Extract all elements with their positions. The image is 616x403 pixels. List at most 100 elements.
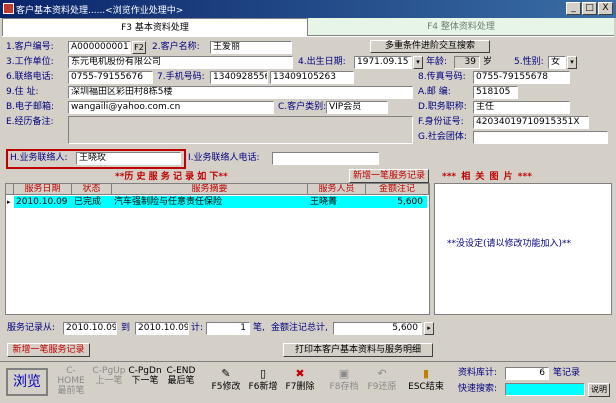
notes-label: E.经历备注: <box>6 117 54 127</box>
age-field: 39 <box>454 56 480 69</box>
id-no-label: F.身份证号: <box>418 117 464 127</box>
tab-overall-info[interactable]: F4 整体资料处理 <box>308 18 614 36</box>
gender-dropdown-button[interactable]: ▾ <box>567 56 577 69</box>
mobile-field-2[interactable]: 13409105263 <box>270 71 354 84</box>
next-record-key: C-PgDn <box>128 366 162 376</box>
count-label: 计: <box>191 323 204 333</box>
edit-button[interactable]: ✎ F5修改 <box>208 366 244 400</box>
quick-search-input[interactable] <box>505 383 585 396</box>
first-record-button[interactable]: C-HOME 最前笔 <box>54 366 88 400</box>
pictures-empty-text: **没设定(请以修改功能加入)** <box>447 239 572 249</box>
edit-icon: ✎ <box>221 367 231 380</box>
birth-field[interactable]: 1971.09.15 <box>354 56 412 69</box>
cust-name-field[interactable]: 王爱丽 <box>210 41 292 54</box>
birth-picker-button[interactable]: ▾ <box>413 56 423 69</box>
column-header[interactable]: 服务日期 <box>14 184 72 195</box>
bottom-toolbar: 浏览 C-HOME 最前笔 C-PgUp 上一笔 C-PgDn 下一笔 C-EN… <box>0 361 616 403</box>
birth-label: 4.出生日期: <box>298 57 346 67</box>
company-label: 3.工作单位: <box>6 57 54 67</box>
fax-label: 8.传真号码: <box>418 72 466 82</box>
zip-label: A.邮 编: <box>418 87 451 97</box>
last-record-button[interactable]: C-END 最后笔 <box>164 366 198 400</box>
restore-button[interactable]: ↶ F9还原 <box>364 366 400 400</box>
exit-label: ESC结束 <box>408 382 444 392</box>
prev-record-button[interactable]: C-PgUp 上一笔 <box>92 366 126 400</box>
add-button[interactable]: ▯ F6新增 <box>245 366 281 400</box>
company-field[interactable]: 东元电机股份有限公司 <box>68 56 293 69</box>
id-no-field[interactable]: 42034019710915351X <box>473 116 589 129</box>
multi-search-button[interactable]: 多重条件进阶交互搜索 <box>370 40 490 53</box>
cust-name-label: 2.客户名称: <box>152 42 200 52</box>
save-icon: ▣ <box>338 367 350 380</box>
cust-no-field[interactable]: A000000001 <box>68 41 131 54</box>
address-field[interactable]: 深圳福田区彩田村8栋5楼 <box>68 86 413 99</box>
phone-label: 6.联络电话: <box>6 72 54 82</box>
cust-no-label: 1.客户编号: <box>6 42 54 52</box>
column-header[interactable]: 金额注记 <box>366 184 429 195</box>
cell-amount[interactable]: 5,600 <box>366 196 427 208</box>
add-label: F6新增 <box>248 382 278 392</box>
first-record-key: C-HOME <box>57 366 85 386</box>
column-header[interactable]: 状态 <box>72 184 112 195</box>
last-record-label: 最后笔 <box>167 376 195 386</box>
first-record-label: 最前笔 <box>57 386 85 396</box>
notes-field[interactable] <box>68 116 413 144</box>
db-count-field: 6 <box>505 367 549 380</box>
mobile-field[interactable]: 13409285569 <box>210 71 268 84</box>
email-field[interactable]: wangaili@yahoo.com.cn <box>68 101 274 114</box>
db-count-label: 资料库计: <box>458 368 498 378</box>
amount-total-label: 金额注记总计, <box>271 323 328 333</box>
add-service-record-top-button[interactable]: 新增一笔服务记录 <box>349 169 429 183</box>
cust-type-label: C.客户类别: <box>278 102 327 112</box>
email-label: B.电子邮箱: <box>6 102 55 112</box>
group-label: G.社会团体: <box>418 132 467 142</box>
exit-button[interactable]: ▮ ESC结束 <box>406 366 446 400</box>
undo-icon: ↶ <box>377 367 387 380</box>
cell-summary[interactable]: 汽车强制险与任意责任保险 <box>112 196 308 208</box>
contact-phone-field[interactable] <box>272 152 379 165</box>
contact-label: H.业务联络人: <box>10 153 68 163</box>
save-button[interactable]: ▣ F8存档 <box>326 366 362 400</box>
column-header[interactable]: 服务摘要 <box>112 184 308 195</box>
cell-staff[interactable]: 王晓菁 <box>308 196 366 208</box>
range-from-field: 2010.10.09 <box>63 322 117 335</box>
phone-field[interactable]: 0755-79155676 <box>68 71 153 84</box>
summary-scroll-button[interactable]: ▸ <box>424 322 434 335</box>
fax-field[interactable]: 0755-79155678 <box>473 71 570 84</box>
minimize-button[interactable]: _ <box>566 2 581 15</box>
group-field[interactable] <box>473 131 608 144</box>
cust-type-field[interactable]: VIP会员 <box>326 101 388 114</box>
gender-field[interactable]: 女 <box>548 56 566 69</box>
last-record-key: C-END <box>166 366 196 376</box>
range-to-field: 2010.10.09 <box>135 322 189 335</box>
column-header[interactable]: 服务人员 <box>308 184 366 195</box>
age-label: 年龄: <box>426 57 448 67</box>
add-service-record-button[interactable]: 新增一笔服务记录 <box>7 343 90 357</box>
next-record-button[interactable]: C-PgDn 下一笔 <box>128 366 162 400</box>
job-label: D.职务职称: <box>418 102 467 112</box>
form-panel: 1.客户编号: A000000001 F2 2.客户名称: 王爱丽 多重条件进阶… <box>2 36 614 145</box>
job-field[interactable]: 主任 <box>473 101 570 114</box>
help-button[interactable]: 说明 <box>588 383 610 397</box>
close-button[interactable]: X <box>598 2 613 15</box>
delete-icon: ✖ <box>295 367 305 380</box>
contact-field[interactable]: 王晓玫 <box>76 152 181 165</box>
zip-field[interactable]: 518105 <box>473 86 518 99</box>
maximize-button[interactable]: □ <box>582 2 597 15</box>
lookup-button[interactable]: F2 <box>132 41 146 54</box>
age-unit: 岁 <box>483 57 493 67</box>
print-details-button[interactable]: 打印本客户基本资料与服务明细 <box>283 343 433 357</box>
edit-label: F5修改 <box>211 382 241 392</box>
tab-basic-info[interactable]: F3 基本资料处理 <box>2 18 308 36</box>
prev-record-label: 上一笔 <box>95 376 123 386</box>
count-field: 1 <box>206 322 250 335</box>
cell-date[interactable]: 2010.10.09 <box>14 196 72 208</box>
delete-label: F7删除 <box>285 382 315 392</box>
delete-button[interactable]: ✖ F7删除 <box>282 366 318 400</box>
service-history-table[interactable]: 服务日期 状态 服务摘要 服务人员 金额注记 ▸ 2010.10.09 已完成 … <box>5 183 430 315</box>
cell-status[interactable]: 已完成 <box>72 196 112 208</box>
related-pictures-panel: **没设定(请以修改功能加入)** <box>434 183 612 315</box>
next-record-label: 下一笔 <box>131 376 159 386</box>
restore-label: F9还原 <box>367 382 397 392</box>
range-to-label: 到 <box>121 323 131 333</box>
